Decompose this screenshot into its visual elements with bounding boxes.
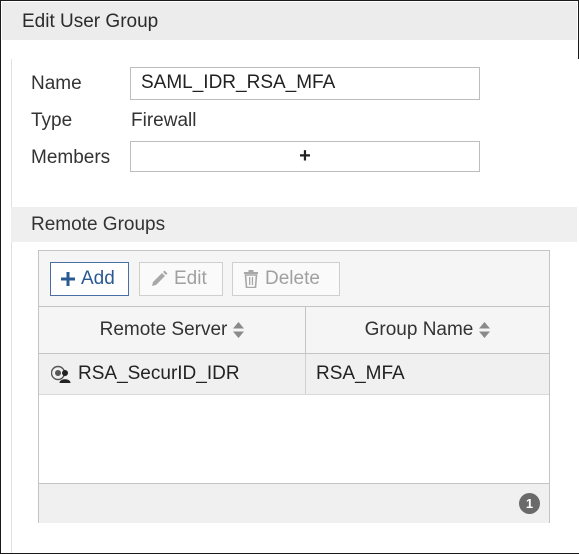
- edit-button[interactable]: Edit: [139, 262, 223, 296]
- column-header-label: Remote Server: [99, 319, 228, 340]
- sort-icon: [233, 322, 245, 338]
- name-label: Name: [31, 73, 82, 94]
- dialog-title: Edit User Group: [22, 11, 159, 32]
- plus-icon: +: [299, 145, 311, 167]
- type-value: Firewall: [131, 110, 197, 131]
- add-button-label: Add: [81, 268, 115, 289]
- edit-button-label: Edit: [174, 268, 207, 289]
- type-label: Type: [31, 110, 73, 131]
- pencil-icon: [150, 270, 168, 288]
- remote-groups-table: Add Edit Delete Remote Server Group Name: [38, 250, 550, 523]
- remote-server-cell: RSA_SecurID_IDR: [51, 354, 305, 394]
- delete-button[interactable]: Delete: [232, 262, 340, 296]
- sort-icon: [479, 322, 491, 338]
- members-label: Members: [31, 147, 111, 168]
- column-header-group-name[interactable]: Group Name: [306, 307, 549, 354]
- table-footer: 1: [39, 483, 549, 523]
- table-row[interactable]: RSA_SecurID_IDR RSA_MFA: [39, 354, 549, 395]
- delete-button-label: Delete: [265, 268, 320, 289]
- trash-icon: [243, 270, 259, 288]
- column-header-label: Group Name: [364, 319, 474, 340]
- add-button[interactable]: Add: [50, 262, 129, 296]
- remote-groups-section-header: Remote Groups: [11, 207, 577, 242]
- column-header-remote-server[interactable]: Remote Server: [39, 307, 306, 354]
- plus-icon: [61, 272, 75, 286]
- section-title: Remote Groups: [31, 214, 166, 235]
- user-server-icon: [51, 365, 71, 383]
- table-toolbar: Add Edit Delete: [39, 251, 549, 307]
- remote-server-name: RSA_SecurID_IDR: [78, 363, 240, 384]
- row-count-badge: 1: [519, 493, 540, 514]
- group-name-value: RSA_MFA: [316, 363, 405, 384]
- name-input[interactable]: SAML_IDR_RSA_MFA: [130, 67, 480, 100]
- members-add-button[interactable]: +: [130, 141, 480, 172]
- group-name-cell: RSA_MFA: [305, 354, 549, 394]
- dialog-header: Edit User Group: [2, 2, 577, 40]
